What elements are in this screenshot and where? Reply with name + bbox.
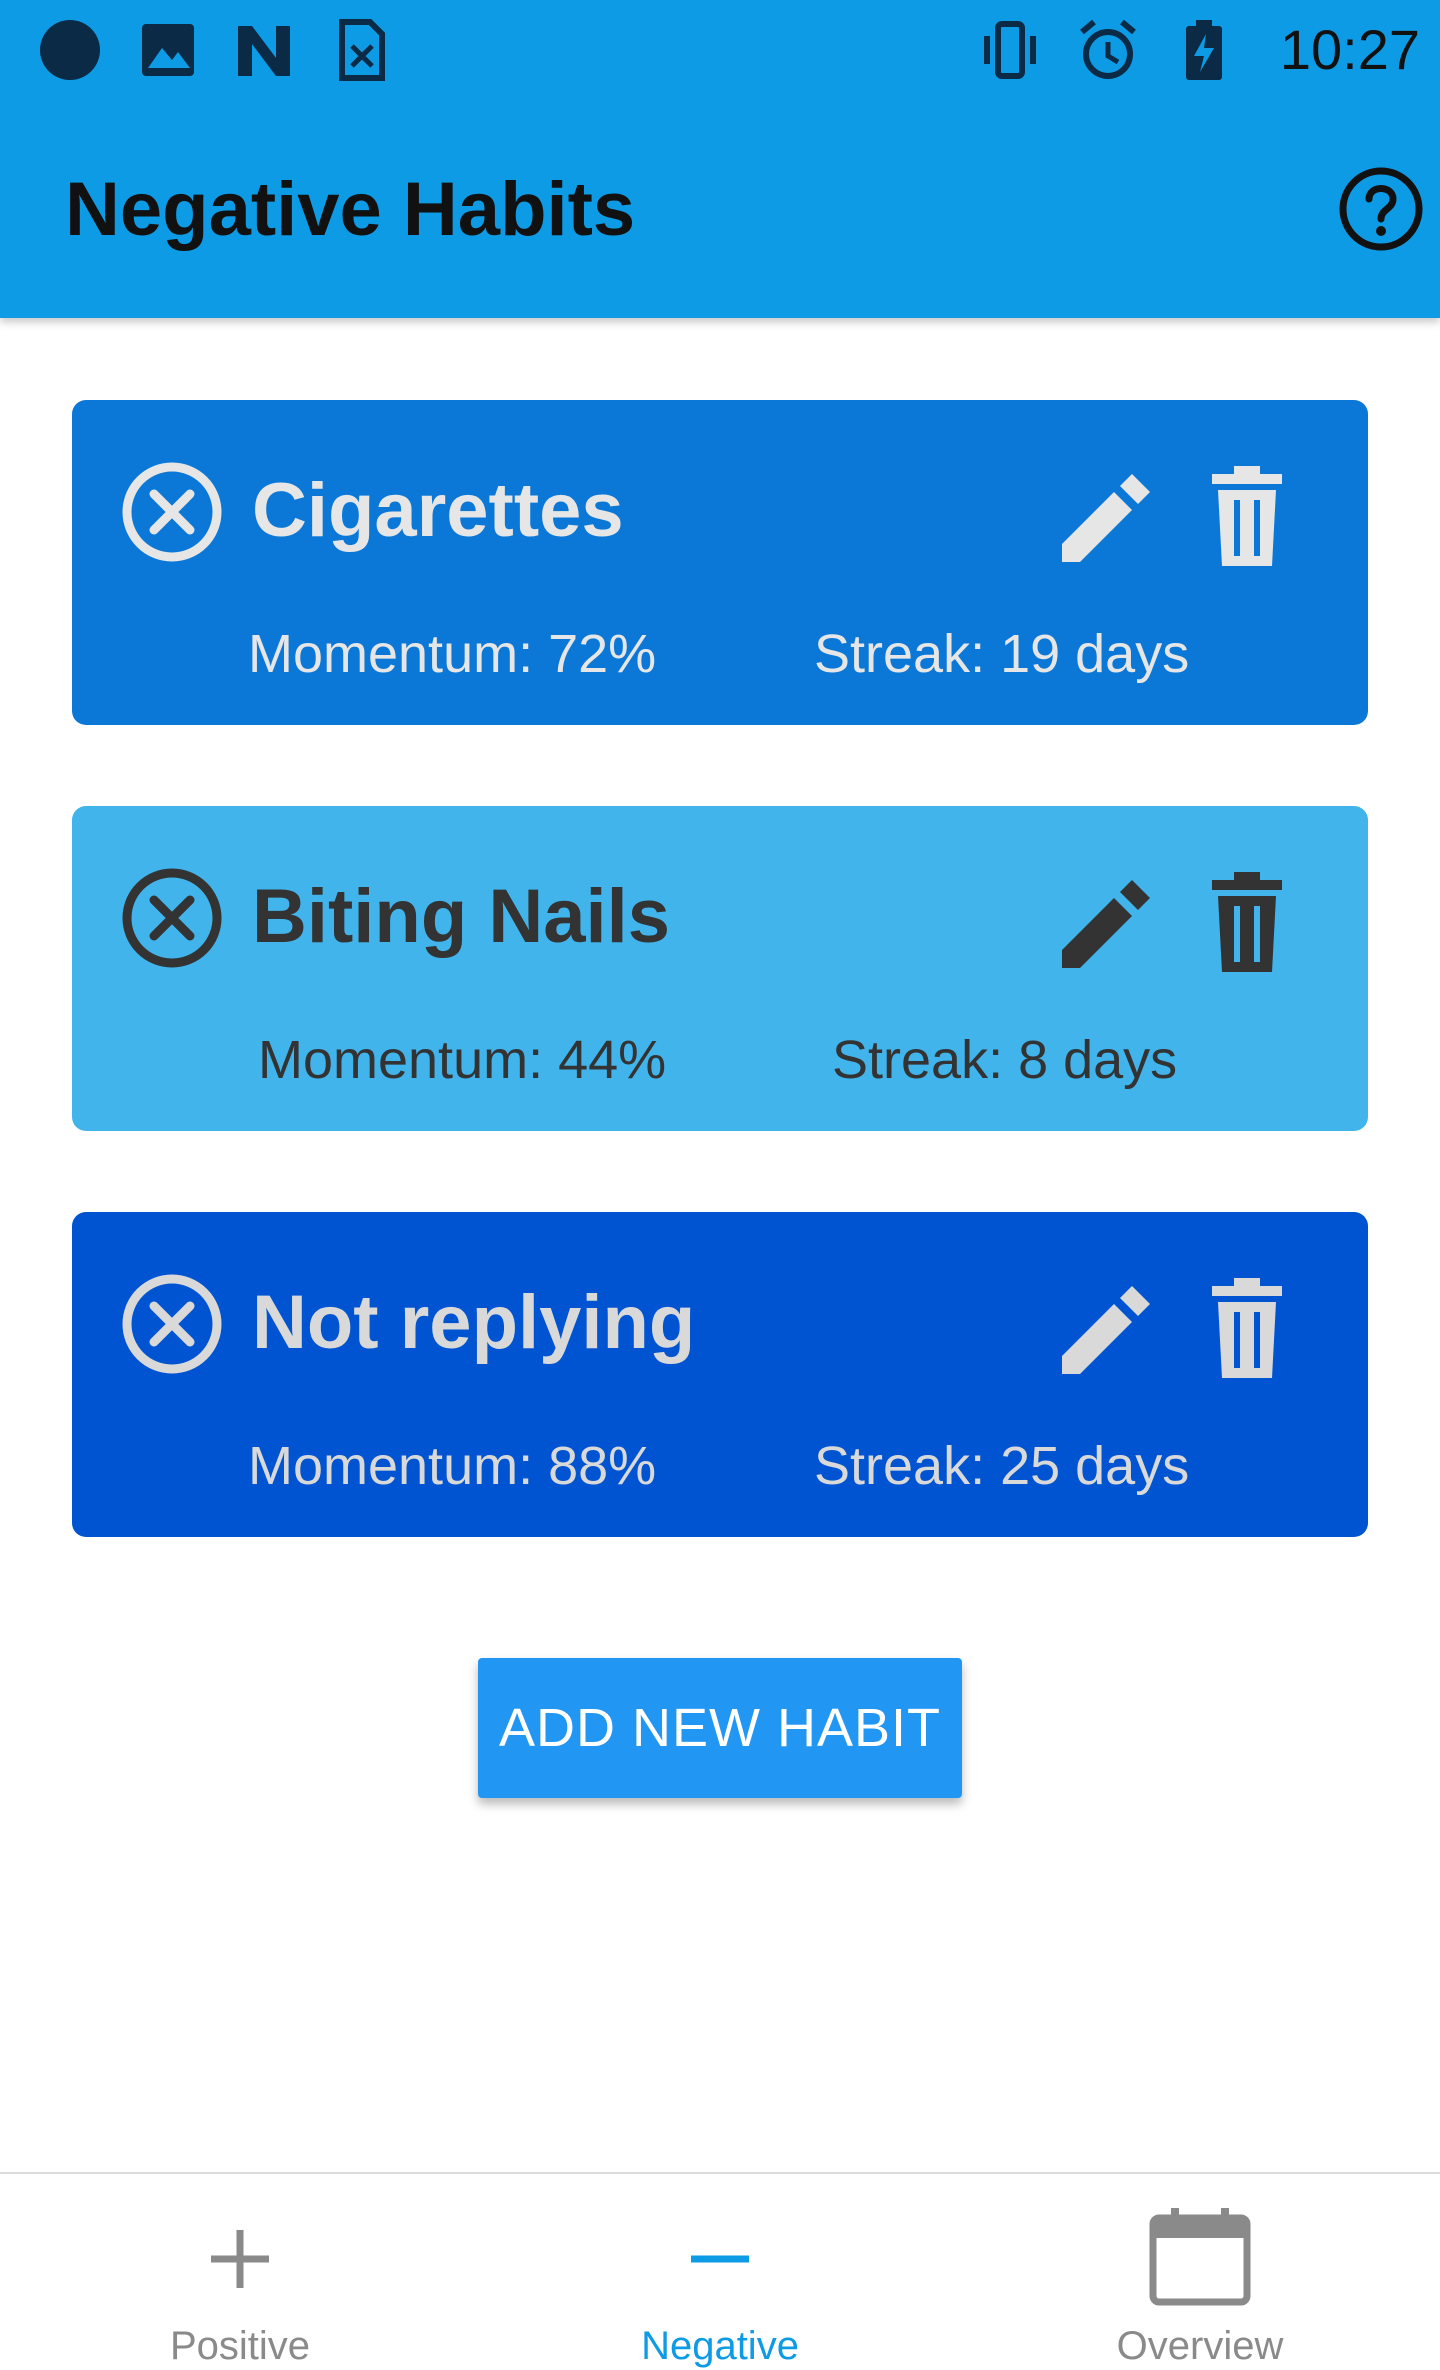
edit-pencil-icon[interactable] [1052, 462, 1162, 572]
trash-icon[interactable] [1192, 868, 1302, 978]
habit-card[interactable]: Biting Nails Momentum: 44% Streak: 8 day… [72, 806, 1368, 1131]
help-circle-icon [1339, 167, 1423, 251]
help-button[interactable] [1338, 166, 1424, 252]
plus-icon [185, 2204, 295, 2314]
app-screen: 10:27 Negative Habits Cigarettes Momentu… [0, 0, 1440, 2370]
alarm-icon [1076, 18, 1140, 82]
nav-label: Negative [641, 2324, 799, 2368]
edit-pencil-icon[interactable] [1052, 1274, 1162, 1384]
nav-label: Overview [1116, 2324, 1284, 2368]
bottom-navigation: Positive Negative Overview [0, 2172, 1440, 2370]
minus-icon [665, 2204, 775, 2314]
habit-card[interactable]: Cigarettes Momentum: 72% Streak: 19 days [72, 400, 1368, 725]
nav-item-negative[interactable]: Negative [480, 2174, 960, 2370]
edit-pencil-icon[interactable] [1052, 868, 1162, 978]
habit-name: Cigarettes [252, 468, 624, 553]
streak-text: Streak: 8 days [832, 1030, 1178, 1090]
app-bar: 10:27 Negative Habits [0, 0, 1440, 318]
battery-charging-icon [1172, 18, 1236, 82]
momentum-text: Momentum: 72% [248, 624, 657, 684]
add-new-habit-button[interactable]: ADD NEW HABIT [478, 1658, 962, 1798]
habit-card[interactable]: Not replying Momentum: 88% Streak: 25 da… [72, 1212, 1368, 1537]
habit-name: Biting Nails [252, 874, 671, 959]
nav-item-overview[interactable]: Overview [960, 2174, 1440, 2370]
nav-label: Positive [169, 2324, 311, 2368]
momentum-text: Momentum: 88% [248, 1436, 657, 1496]
nav-item-positive[interactable]: Positive [0, 2174, 480, 2370]
calendar-icon [1145, 2204, 1255, 2314]
close-circle-icon[interactable] [120, 460, 224, 564]
close-circle-icon[interactable] [120, 1272, 224, 1376]
streak-text: Streak: 19 days [814, 624, 1190, 684]
page-title: Negative Habits [65, 167, 636, 252]
status-time: 10:27 [1279, 18, 1420, 81]
image-icon [136, 18, 200, 82]
record-dot-icon [38, 18, 102, 82]
sim-card-icon [328, 18, 392, 82]
habit-name: Not replying [252, 1280, 696, 1365]
trash-icon[interactable] [1192, 462, 1302, 572]
streak-text: Streak: 25 days [814, 1436, 1190, 1496]
vibrate-icon [978, 18, 1042, 82]
momentum-text: Momentum: 44% [258, 1030, 667, 1090]
n-logo-icon [232, 18, 296, 82]
close-circle-icon[interactable] [120, 866, 224, 970]
trash-icon[interactable] [1192, 1274, 1302, 1384]
